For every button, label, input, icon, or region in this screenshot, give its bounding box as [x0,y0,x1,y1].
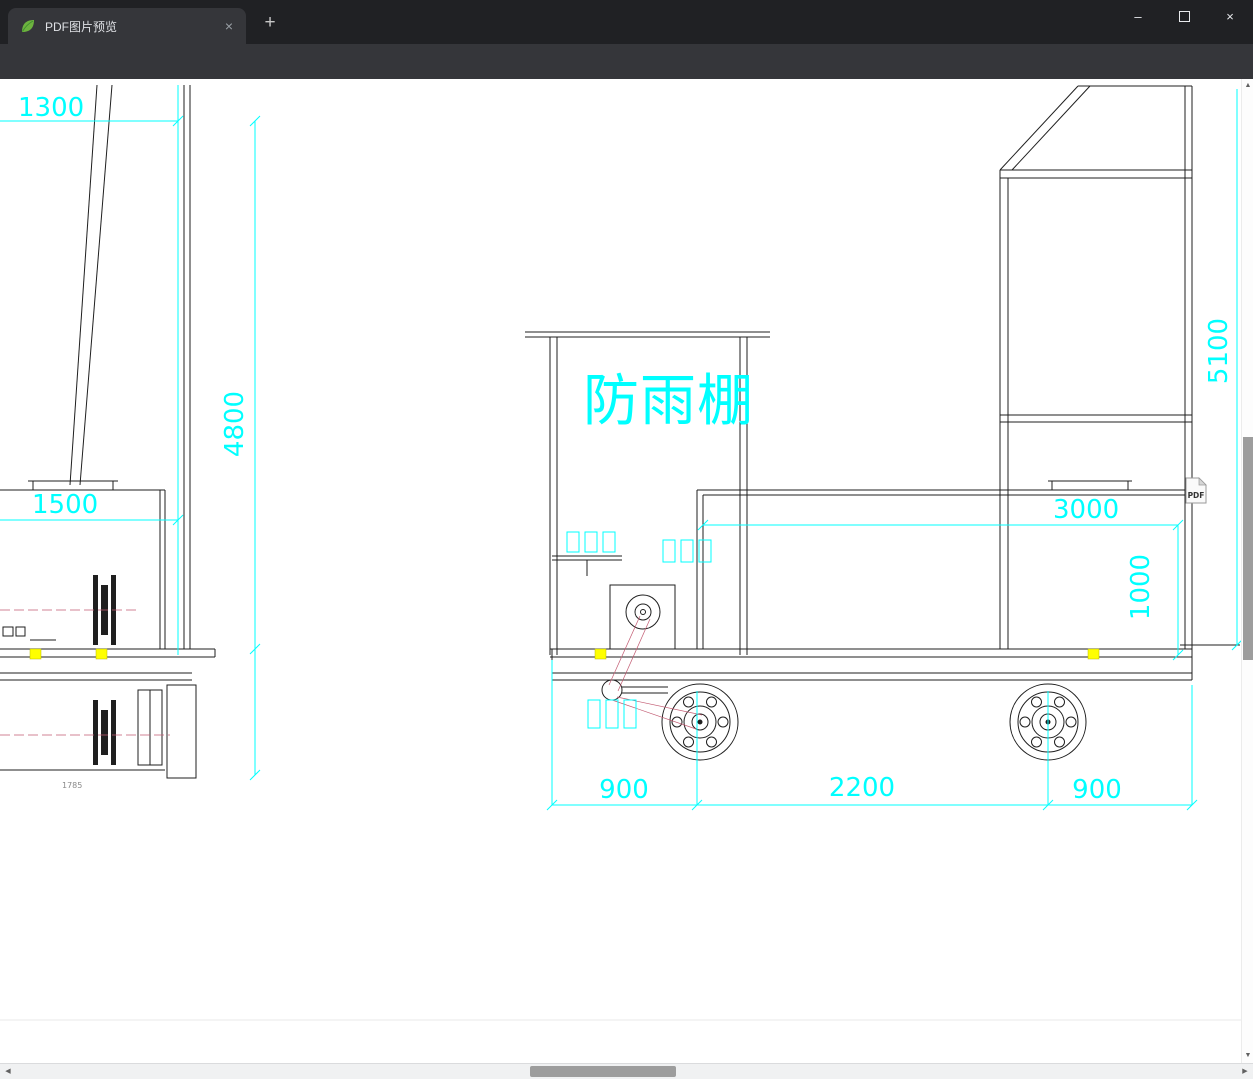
maximize-icon [1178,10,1190,22]
dim-label-1300: 1300 [18,93,84,123]
dim-label-1785: 1785 [62,781,82,790]
dimension-labels: 1300 4800 1500 5100 3000 1000 900 2200 9… [18,93,1234,805]
pdf-file-icon[interactable]: PDF [1185,477,1207,504]
pdf-badge-text: PDF [1188,491,1205,500]
browser-window: PDF图片预览 × + – × ← → [0,0,1253,1079]
minimize-icon: – [1134,8,1142,24]
tab-strip: PDF图片预览 × + – × [0,0,1253,44]
close-button[interactable]: × [1207,0,1253,32]
window-controls: – × [1115,0,1253,32]
dim-label-1000: 1000 [1126,554,1156,620]
dim-label-900-left: 900 [599,775,649,805]
tab-pdf-preview[interactable]: PDF图片预览 × [8,8,246,44]
scroll-down-icon[interactable]: ▼ [1242,1049,1253,1063]
shed-label: 防雨棚 [583,369,754,434]
scroll-up-icon[interactable]: ▲ [1242,79,1253,93]
tab-close-icon[interactable]: × [220,17,238,35]
vertical-scrollbar-thumb[interactable] [1243,437,1253,660]
browser-toolbar: ← → localhost:8012/onlinePreview?url=htt… [0,44,1253,120]
dim-label-900-right: 900 [1072,775,1122,805]
cad-drawing: 1300 4800 1500 5100 3000 1000 900 2200 9… [0,84,1241,1021]
minimize-button[interactable]: – [1115,0,1161,32]
close-icon: × [1226,8,1234,24]
cad-coupling-parts [93,575,116,765]
horizontal-scrollbar[interactable]: ◀ ▶ [0,1063,1253,1079]
scroll-right-icon[interactable]: ▶ [1237,1064,1253,1079]
maximize-button[interactable] [1161,0,1207,32]
spring-leaf-favicon [20,18,36,34]
vertical-scrollbar[interactable]: ▲ ▼ [1241,79,1253,1063]
preview-content: 1300 4800 1500 5100 3000 1000 900 2200 9… [0,79,1241,1063]
dim-label-5100: 5100 [1204,318,1234,384]
dim-label-3000: 3000 [1053,495,1119,525]
new-tab-button[interactable]: + [260,13,280,33]
horizontal-scrollbar-thumb[interactable] [530,1066,676,1077]
dim-label-4800: 4800 [220,391,250,457]
scroll-left-icon[interactable]: ◀ [0,1064,16,1079]
dim-label-1500: 1500 [32,490,98,520]
cad-wheel-left [661,683,739,761]
tab-title: PDF图片预览 [45,19,118,34]
dim-label-2200: 2200 [829,773,895,803]
